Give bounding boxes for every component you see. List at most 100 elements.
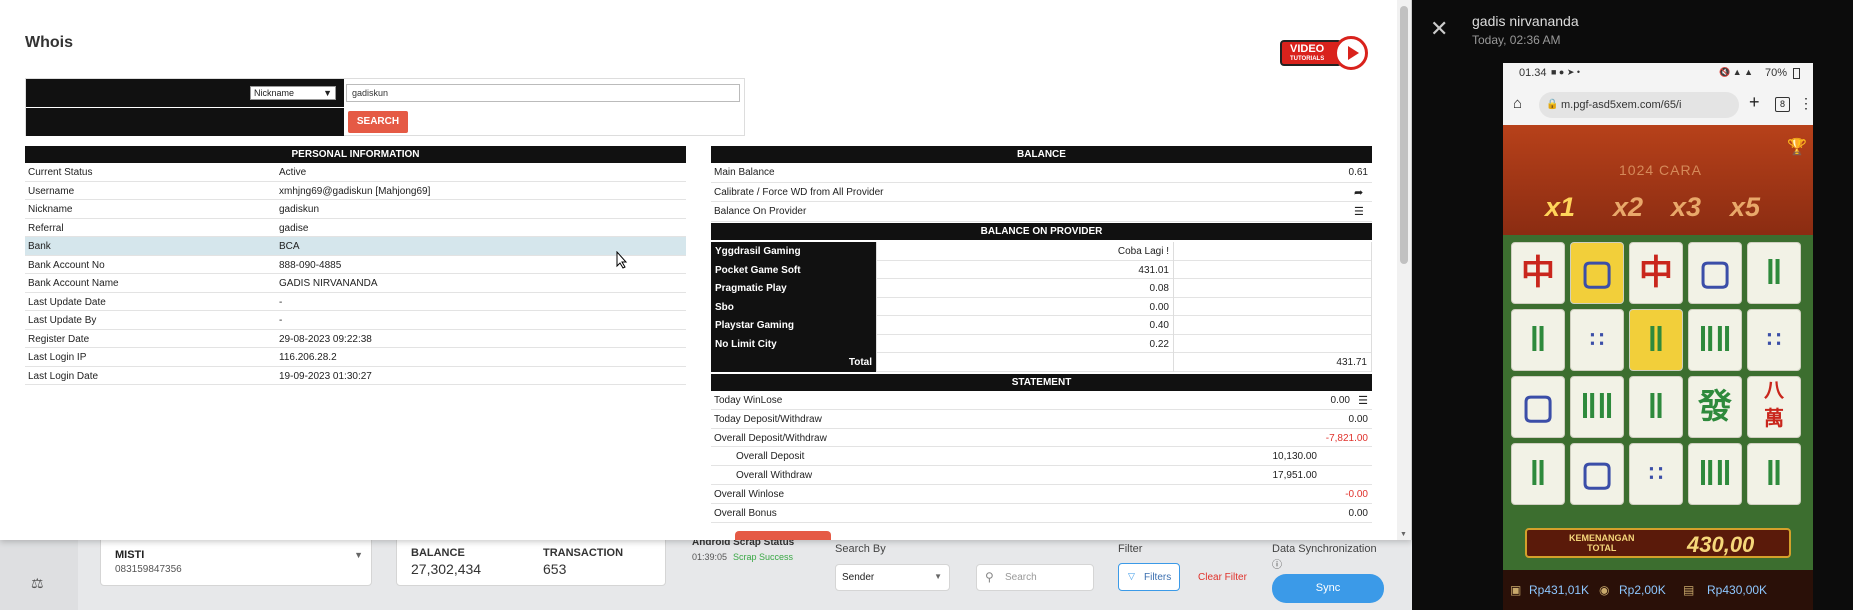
overall-deposit-label: Overall Deposit <box>736 451 805 463</box>
info-row: Last Login IP 116.206.28.2 <box>25 348 686 367</box>
search-by-label: Search By <box>835 543 886 555</box>
win-stat: Rp430,00K <box>1707 583 1768 597</box>
filters-button[interactable]: ▽ Filters <box>1118 563 1180 591</box>
search-by-select[interactable]: Sender ▼ <box>835 564 950 591</box>
calibrate-row: Calibrate / Force WD from All Provider ➦ <box>711 183 1372 202</box>
list-icon[interactable]: ☰ <box>1358 394 1368 407</box>
new-tab-icon[interactable]: + <box>1749 92 1760 113</box>
provider-total-row: Total 431.71 <box>711 353 1372 372</box>
overall-dw-label: Overall Deposit/Withdraw <box>714 432 827 444</box>
total-win-amount: 430,00 <box>1687 532 1755 557</box>
menu-icon[interactable]: ⋮ <box>1799 95 1813 112</box>
total-win-label: KEMENANGAN TOTAL <box>1569 533 1635 553</box>
overall-bonus-row: Overall Bonus 0.00 <box>711 504 1372 523</box>
battery-level: 70% <box>1765 67 1788 79</box>
today-dw-value: 0.00 <box>1348 413 1368 425</box>
search-input[interactable]: ⚲ Search <box>976 564 1094 591</box>
video-tutorials-button[interactable]: VIDEO TUTORIALS <box>1280 36 1368 70</box>
clear-filter-link[interactable]: Clear Filter <box>1198 572 1247 583</box>
balance-on-provider-row: Balance On Provider ☰ <box>711 202 1372 222</box>
info-label: Bank Account Name <box>28 278 119 289</box>
account-phone: 083159847356 <box>115 564 182 575</box>
overall-bonus-value: 0.00 <box>1348 507 1368 519</box>
info-row: Current Status Active <box>25 163 686 182</box>
today-dw-label: Today Deposit/Withdraw <box>714 413 822 425</box>
personal-info-heading: PERSONAL INFORMATION <box>25 146 686 163</box>
chevron-down-icon: ▼ <box>323 88 332 98</box>
tile-dots: ∷ <box>1629 443 1683 505</box>
list-icon[interactable]: ☰ <box>1354 205 1368 218</box>
info-label: Last Login Date <box>28 370 99 382</box>
provider-value: 431.01 <box>876 260 1174 279</box>
share-icon[interactable]: ➦ <box>1354 186 1368 199</box>
provider-extra-cell <box>1174 334 1372 353</box>
provider-row: Yggdrasil Gaming Coba Lagi ! <box>711 242 1372 261</box>
modal-scrollbar[interactable]: ▼ <box>1397 0 1411 540</box>
balance-label: BALANCE <box>411 547 465 559</box>
tile-bamboo: ‖‖ <box>1688 309 1742 371</box>
balance-table: Main Balance 0.61 Calibrate / Force WD f… <box>711 163 1372 222</box>
url-field[interactable]: 🔒 m.pgf-asd5xem.com/65/i <box>1539 92 1739 118</box>
statement-table: Today WinLose 0.00 ☰ Today Deposit/Withd… <box>711 391 1372 523</box>
close-icon[interactable]: ✕ <box>1430 16 1448 42</box>
info-value: BCA <box>279 241 300 252</box>
provider-row: Pocket Game Soft 431.01 <box>711 260 1372 279</box>
multiplier-x1: x1 <box>1545 192 1576 222</box>
info-label: Current Status <box>28 167 93 178</box>
scroll-down-icon[interactable]: ▼ <box>1400 531 1407 538</box>
modal-title: Whois <box>25 34 73 51</box>
info-label: Last Update By <box>28 315 97 326</box>
tile-bamboo: ‖ <box>1747 443 1801 505</box>
info-value: GADIS NIRVANANDA <box>279 278 378 289</box>
calibrate-label: Calibrate / Force WD from All Provider <box>714 186 884 198</box>
provider-value: 0.00 <box>876 297 1174 316</box>
info-row: Last Login Date 19-09-2023 01:30:27 <box>25 367 686 385</box>
info-value: 19-09-2023 01:30:27 <box>279 370 372 382</box>
overall-winlose-value: -0.00 <box>1345 488 1368 500</box>
scrollbar-thumb[interactable] <box>1400 6 1408 264</box>
today-dw-row: Today Deposit/Withdraw 0.00 <box>711 410 1372 429</box>
total-win-banner: KEMENANGAN TOTAL 430,00 <box>1525 528 1791 558</box>
info-label: Register Date <box>28 333 90 345</box>
trophy-icon[interactable]: 🏆 <box>1787 137 1807 157</box>
provider-extra-cell <box>1174 260 1372 279</box>
home-icon[interactable]: ⌂ <box>1513 95 1522 112</box>
game-header: 1024 CARA 🏆 x1 x2 x3 x5 <box>1503 125 1813 235</box>
info-value: gadiskun <box>279 204 320 215</box>
tile-bamboo: ‖‖ <box>1570 376 1624 438</box>
account-selector[interactable]: MISTI 083159847356 ▼ <box>100 536 372 586</box>
info-value: 888-090-4885 <box>279 259 342 271</box>
info-label: Last Update Date <box>28 296 106 308</box>
info-label: Referral <box>28 222 64 234</box>
wallet-icon: ▣ <box>1510 583 1522 597</box>
overall-dw-value: -7,821.00 <box>1325 432 1368 444</box>
multiplier-x3: x3 <box>1671 192 1702 222</box>
provider-row: Playstar Gaming 0.40 <box>711 316 1372 335</box>
scrap-status: Scrap Success <box>733 552 794 562</box>
tile-eight-characters: 八萬 <box>1747 376 1801 438</box>
game-stats-bar: ▣ Rp431,01K ◉ Rp2,00K ▤ Rp430,00K <box>1503 570 1813 610</box>
tab-count[interactable]: 8 <box>1775 97 1790 112</box>
provider-extra-cell <box>1174 316 1372 335</box>
modal-action-button[interactable] <box>735 531 831 540</box>
info-row: Last Update Date - <box>25 293 686 311</box>
game-banner: 1024 CARA <box>1619 162 1702 178</box>
provider-value: 0.40 <box>876 316 1174 335</box>
personal-info-table: Current Status Active Username xmhjng69@gad… <box>25 163 686 385</box>
phone-clock: 01.34 <box>1519 67 1547 79</box>
info-value: xmhjng69@gadiskun [Mahjong69] <box>279 185 431 197</box>
tile-bamboo: ‖ <box>1747 242 1801 304</box>
bank-icon[interactable]: ⚖ <box>31 575 44 592</box>
image-viewer: ✕ gadis nirvananda Today, 02:36 AM 01.34… <box>1412 0 1853 610</box>
search-button[interactable]: SEARCH <box>348 111 408 133</box>
scrap-time: 01:39:05 <box>692 552 728 562</box>
sync-button[interactable]: Sync <box>1272 574 1384 603</box>
info-label: Username <box>28 185 75 197</box>
provider-extra-cell <box>1174 242 1372 261</box>
nickname-input[interactable]: gadiskun <box>346 84 740 102</box>
help-icon[interactable]: ⓘ <box>1272 556 1282 571</box>
main-balance-value: 0.61 <box>1348 167 1368 178</box>
filter-icon: ▽ <box>1128 571 1135 581</box>
search-type-select[interactable]: Nickname ▼ <box>250 86 336 100</box>
info-row: Nickname gadiskun <box>25 200 686 219</box>
